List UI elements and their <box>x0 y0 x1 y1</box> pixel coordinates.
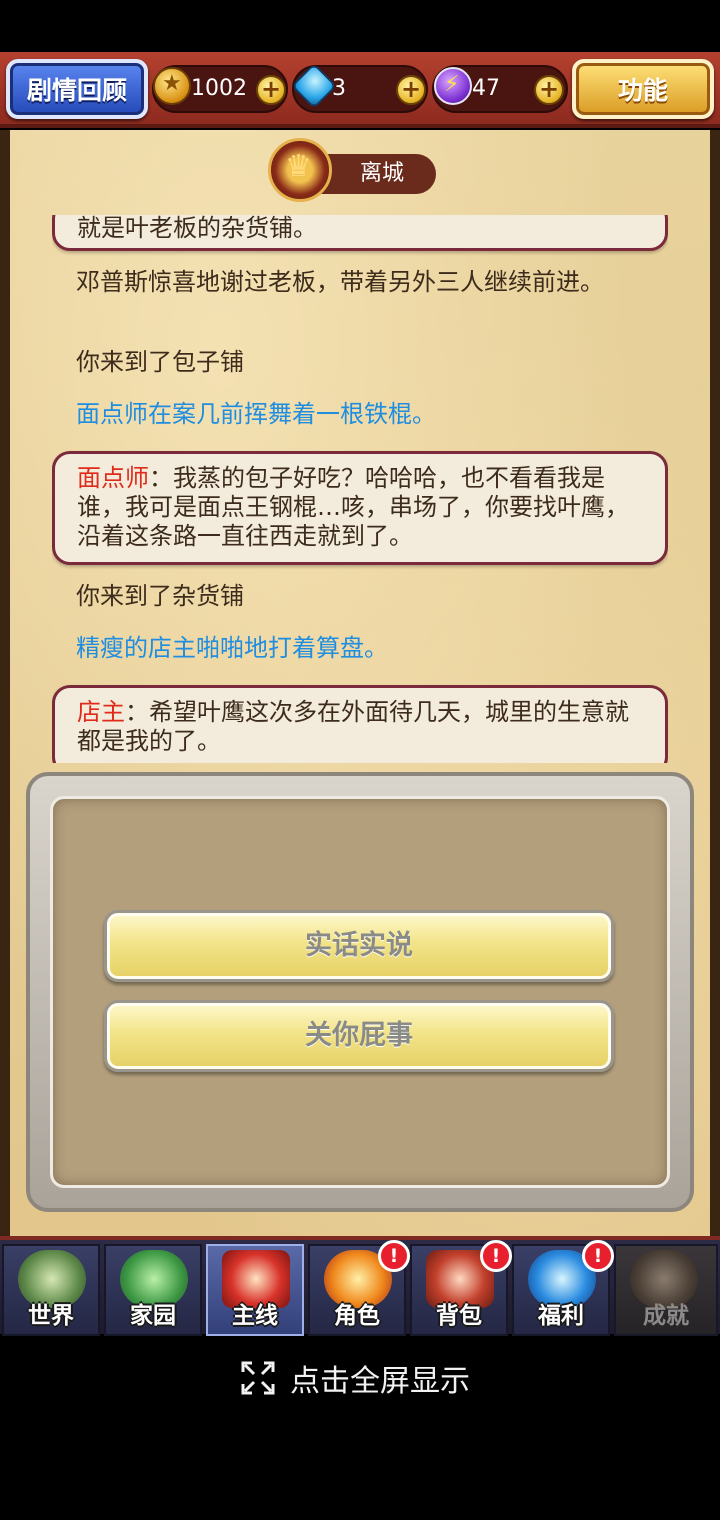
nav-bag[interactable]: 背包 ! <box>410 1240 512 1336</box>
choice-button-truth[interactable]: 实话实说 <box>104 910 614 982</box>
choice-panel-inner <box>50 796 670 1188</box>
nav-achievement[interactable]: 成就 <box>614 1244 718 1336</box>
expand-icon <box>241 1361 275 1395</box>
narration-text: 你来到了包子铺 <box>76 348 244 376</box>
dialogue-text: 就是叶老板的杂货铺。 <box>77 215 317 242</box>
speaker-name: 店主 <box>77 698 125 726</box>
choice-panel <box>26 772 694 1212</box>
nav-label: 世界 <box>28 1303 74 1329</box>
nav-label: 福利 <box>538 1303 584 1329</box>
story-review-button[interactable]: 剧情回顾 <box>6 59 148 119</box>
nav-world[interactable]: 世界 <box>2 1244 100 1336</box>
dialogue-text: ：我蒸的包子好吃？哈哈哈，也不看看我是谁，我可是面点王钢棍…咳，串场了，你要找叶… <box>77 464 629 550</box>
nav-main-quest[interactable]: 主线 <box>206 1244 304 1336</box>
speaker-name: 面点师 <box>77 464 149 492</box>
dialogue-bubble: 面点师：我蒸的包子好吃？哈哈哈，也不看看我是谁，我可是面点王钢棍…咳，串场了，你… <box>52 451 668 565</box>
energy-icon <box>434 67 472 105</box>
dialogue-bubble: 店主：希望叶鹰这次多在外面待几天，城里的生意就都是我的了。 <box>52 685 668 763</box>
crest-icon <box>268 138 332 202</box>
nav-label: 成就 <box>643 1303 689 1329</box>
nav-label: 主线 <box>232 1303 278 1329</box>
coin-value: 1002 <box>191 76 247 101</box>
alert-badge: ! <box>378 1240 410 1272</box>
action-text: 面点师在案几前挥舞着一根铁棍。 <box>76 400 436 428</box>
energy-value: 47 <box>472 76 500 101</box>
nav-label: 角色 <box>334 1303 380 1329</box>
add-diamond-button[interactable]: + <box>396 75 426 105</box>
narration-text: 邓普斯惊喜地谢过老板，带着另外三人继续前进。 <box>76 268 604 296</box>
bottom-nav: 世界 家园 主线 角色 ! 背包 ! 福利 ! 成就 <box>0 1236 720 1336</box>
dialogue-bubble: 就是叶老板的杂货铺。 <box>52 215 668 251</box>
nav-welfare[interactable]: 福利 ! <box>512 1240 614 1336</box>
choice-button-none-of-your-business[interactable]: 关你屁事 <box>104 1000 614 1072</box>
coin-icon <box>153 67 191 105</box>
add-coin-button[interactable]: + <box>256 75 286 105</box>
story-log[interactable]: 就是叶老板的杂货铺。 邓普斯惊喜地谢过老板，带着另外三人继续前进。 你来到了包子… <box>52 215 668 763</box>
nav-character[interactable]: 角色 ! <box>308 1240 410 1336</box>
alert-badge: ! <box>480 1240 512 1272</box>
location-banner: 离城 <box>268 138 438 202</box>
resource-bar: 剧情回顾 1002 + 3 + 47 + 功能 <box>0 52 720 128</box>
diamond-value: 3 <box>332 76 346 101</box>
nav-label: 家园 <box>130 1303 176 1329</box>
narration-text: 你来到了杂货铺 <box>76 582 244 610</box>
add-energy-button[interactable]: + <box>534 75 564 105</box>
nav-home[interactable]: 家园 <box>104 1244 202 1336</box>
alert-badge: ! <box>582 1240 614 1272</box>
dialogue-text: ：希望叶鹰这次多在外面待几天，城里的生意就都是我的了。 <box>77 698 629 755</box>
function-button[interactable]: 功能 <box>572 59 714 119</box>
nav-label: 背包 <box>436 1303 482 1329</box>
fullscreen-hint-text: 点击全屏显示 <box>290 1364 470 1399</box>
fullscreen-hint[interactable]: 点击全屏显示 <box>240 1356 470 1400</box>
action-text: 精瘦的店主啪啪地打着算盘。 <box>76 634 388 662</box>
